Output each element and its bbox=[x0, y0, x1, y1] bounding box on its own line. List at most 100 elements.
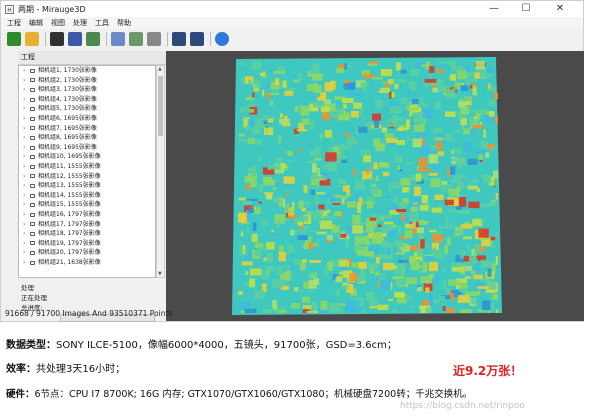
chevron-right-icon[interactable]: › bbox=[23, 162, 30, 172]
chevron-right-icon[interactable]: › bbox=[23, 76, 30, 86]
chevron-right-icon[interactable]: › bbox=[23, 200, 30, 210]
3d-viewport[interactable] bbox=[166, 51, 584, 321]
camera-group-item[interactable]: › 相机组11, 1555张影像 bbox=[19, 162, 155, 172]
camera-group-item[interactable]: › 相机组19, 1797张影像 bbox=[19, 239, 155, 249]
chevron-right-icon[interactable]: › bbox=[23, 85, 30, 95]
close-button[interactable]: ✕ bbox=[547, 1, 573, 17]
display-icon[interactable] bbox=[190, 32, 204, 46]
new-project-icon[interactable] bbox=[7, 32, 21, 46]
camera-icon bbox=[30, 87, 35, 92]
camera-icon bbox=[30, 260, 35, 265]
chevron-right-icon[interactable]: › bbox=[23, 258, 30, 268]
camera-group-item[interactable]: › 相机组13, 1555张影像 bbox=[19, 181, 155, 191]
refresh-icon[interactable] bbox=[129, 32, 143, 46]
scroll-thumb[interactable] bbox=[158, 76, 163, 136]
chevron-right-icon[interactable]: › bbox=[23, 143, 30, 153]
chevron-right-icon[interactable]: › bbox=[23, 114, 30, 124]
camera-group-item[interactable]: › 相机组5, 1730张影像 bbox=[19, 104, 155, 114]
camera-group-item[interactable]: › 相机组17, 1797张影像 bbox=[19, 220, 155, 230]
camera-icon bbox=[30, 135, 35, 140]
app-window: H 两期 - Mirauge3D — ☐ ✕ 工程 编辑 视图 处理 工具 帮助… bbox=[0, 0, 584, 322]
chevron-right-icon[interactable]: › bbox=[23, 152, 30, 162]
toolbar-separator bbox=[106, 32, 107, 46]
chevron-right-icon[interactable]: › bbox=[23, 229, 30, 239]
grid-icon[interactable] bbox=[147, 32, 161, 46]
tree-scrollbar[interactable]: ▲ ▼ bbox=[156, 65, 165, 278]
monitor-icon[interactable] bbox=[172, 32, 186, 46]
edit-icon[interactable] bbox=[111, 32, 125, 46]
help-icon[interactable] bbox=[215, 32, 229, 46]
toolbar-separator bbox=[45, 32, 46, 46]
camera-icon bbox=[30, 145, 35, 150]
camera-group-item[interactable]: › 相机组18, 1797张影像 bbox=[19, 229, 155, 239]
camera-group-item[interactable]: › 相机组1, 1730张影像 bbox=[19, 66, 155, 76]
camera-group-item[interactable]: › 相机组4, 1730张影像 bbox=[19, 95, 155, 105]
camera-icon bbox=[30, 164, 35, 169]
maximize-button[interactable]: ☐ bbox=[513, 1, 539, 17]
camera-group-item[interactable]: › 相机组9, 1695张影像 bbox=[19, 143, 155, 153]
panel-header: 工程 bbox=[18, 51, 166, 65]
camera-group-label: 相机组8, 1695张影像 bbox=[38, 134, 97, 142]
title-bar: H 两期 - Mirauge3D — ☐ ✕ bbox=[1, 1, 583, 17]
select-arrow-icon[interactable] bbox=[50, 32, 64, 46]
menu-tools[interactable]: 工具 bbox=[95, 18, 109, 28]
chevron-right-icon[interactable]: › bbox=[23, 133, 30, 143]
chevron-right-icon[interactable]: › bbox=[23, 104, 30, 114]
scroll-down-icon[interactable]: ▼ bbox=[158, 271, 162, 277]
chevron-right-icon[interactable]: › bbox=[23, 239, 30, 249]
camera-group-label: 相机组2, 1730张影像 bbox=[38, 76, 97, 84]
chevron-right-icon[interactable]: › bbox=[23, 66, 30, 76]
camera-group-item[interactable]: › 相机组2, 1730张影像 bbox=[19, 76, 155, 86]
camera-group-item[interactable]: › 相机组20, 1797张影像 bbox=[19, 248, 155, 258]
camera-group-item[interactable]: › 相机组3, 1730张影像 bbox=[19, 85, 155, 95]
camera-group-item[interactable]: › 相机组10, 1695张影像 bbox=[19, 152, 155, 162]
chevron-right-icon[interactable]: › bbox=[23, 210, 30, 220]
camera-group-item[interactable]: › 相机组15, 1555张影像 bbox=[19, 200, 155, 210]
project-tree[interactable]: › 相机组1, 1730张影像 › 相机组2, 1730张影像 › 相机组3, 1730张… bbox=[18, 65, 156, 278]
camera-group-label: 相机组3, 1730张影像 bbox=[38, 86, 97, 94]
menu-view[interactable]: 视图 bbox=[51, 18, 65, 28]
camera-icon bbox=[30, 107, 35, 112]
camera-group-label: 相机组13, 1555张影像 bbox=[38, 182, 101, 190]
camera-group-item[interactable]: › 相机组8, 1695张影像 bbox=[19, 133, 155, 143]
camera-group-label: 相机组9, 1695张影像 bbox=[38, 143, 97, 151]
chevron-right-icon[interactable]: › bbox=[23, 248, 30, 258]
camera-icon bbox=[30, 68, 35, 73]
caption-efficiency: 效率：共处理3天16小时； bbox=[6, 360, 125, 375]
camera-icon bbox=[30, 78, 35, 83]
camera-group-item[interactable]: › 相机组14, 1555张影像 bbox=[19, 191, 155, 201]
caption-hardware: 硬件：6节点：CPU I7 8700K; 16G 内存; GTX1070/GTX… bbox=[6, 386, 472, 400]
camera-icon bbox=[30, 251, 35, 256]
open-folder-icon[interactable] bbox=[25, 32, 39, 46]
processing-status: 正在处理 bbox=[21, 294, 47, 302]
chevron-right-icon[interactable]: › bbox=[23, 191, 30, 201]
window-title: 两期 - Mirauge3D bbox=[18, 4, 86, 14]
menu-process[interactable]: 处理 bbox=[73, 18, 87, 28]
camera-group-item[interactable]: › 相机组7, 1695张影像 bbox=[19, 124, 155, 134]
caption-efficiency-value: 共处理3天16小时； bbox=[36, 364, 126, 375]
camera-group-label: 相机组20, 1797张影像 bbox=[38, 249, 101, 257]
chevron-right-icon[interactable]: › bbox=[23, 181, 30, 191]
cube-icon[interactable] bbox=[68, 32, 82, 46]
camera-group-label: 相机组18, 1797张影像 bbox=[38, 230, 101, 238]
camera-icon bbox=[30, 193, 35, 198]
menu-project[interactable]: 工程 bbox=[7, 18, 21, 28]
point-cloud-view[interactable] bbox=[166, 51, 584, 321]
chevron-right-icon[interactable]: › bbox=[23, 220, 30, 230]
menu-help[interactable]: 帮助 bbox=[117, 18, 131, 28]
camera-group-item[interactable]: › 相机组6, 1695张影像 bbox=[19, 114, 155, 124]
chevron-right-icon[interactable]: › bbox=[23, 95, 30, 105]
scroll-up-icon[interactable]: ▲ bbox=[158, 66, 162, 72]
menu-edit[interactable]: 编辑 bbox=[29, 18, 43, 28]
camera-group-item[interactable]: › 相机组12, 1555张影像 bbox=[19, 172, 155, 182]
camera-icon bbox=[30, 174, 35, 179]
camera-group-item[interactable]: › 相机组16, 1797张影像 bbox=[19, 210, 155, 220]
image-icon[interactable] bbox=[86, 32, 100, 46]
camera-group-label: 相机组1, 1730张影像 bbox=[38, 67, 97, 74]
chevron-right-icon[interactable]: › bbox=[23, 172, 30, 182]
minimize-button[interactable]: — bbox=[481, 1, 507, 17]
camera-group-item[interactable]: › 相机组21, 1638张影像 bbox=[19, 258, 155, 268]
chevron-right-icon[interactable]: › bbox=[23, 124, 30, 134]
menu-bar: 工程 编辑 视图 处理 工具 帮助 bbox=[1, 17, 583, 29]
caption-hardware-value: 6节点：CPU I7 8700K; 16G 内存; GTX1070/GTX106… bbox=[34, 389, 473, 400]
